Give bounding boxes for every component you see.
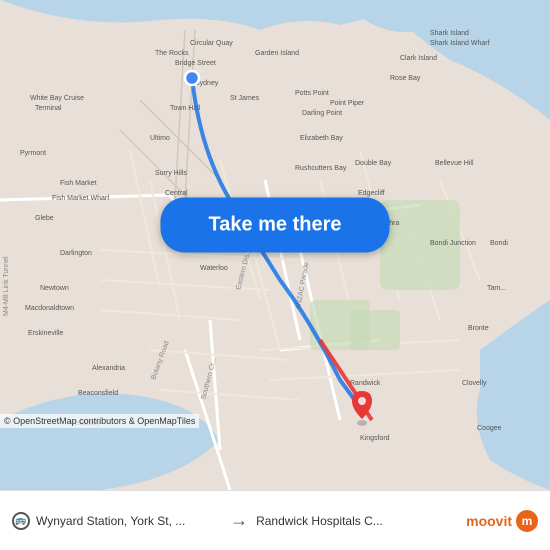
svg-text:Alexandria: Alexandria <box>92 365 125 372</box>
svg-text:Coogee: Coogee <box>477 425 502 432</box>
svg-text:Clark Island: Clark Island <box>400 55 437 62</box>
svg-text:Bondi: Bondi <box>490 240 508 247</box>
svg-text:Clovelly: Clovelly <box>462 380 487 387</box>
svg-text:Ultimo: Ultimo <box>150 135 170 142</box>
svg-text:Surry Hills: Surry Hills <box>155 170 187 177</box>
arrow-right-icon: → <box>222 510 256 531</box>
svg-text:Pyrmont: Pyrmont <box>20 150 46 157</box>
svg-text:Shark Island Wharf: Shark Island Wharf <box>430 40 490 47</box>
svg-text:Edgecliff: Edgecliff <box>358 190 385 197</box>
destination-station: Randwick Hospitals C... <box>256 514 466 528</box>
moovit-logo: moovit m <box>466 510 538 532</box>
svg-text:Erskineville: Erskineville <box>28 330 64 337</box>
svg-text:Tam...: Tam... <box>487 285 506 292</box>
svg-text:Macdonaldtown: Macdonaldtown <box>25 305 74 312</box>
svg-text:The Rocks: The Rocks <box>155 50 189 57</box>
svg-text:Newtown: Newtown <box>40 285 69 292</box>
svg-text:Point Piper: Point Piper <box>330 100 365 107</box>
svg-text:Beaconsfield: Beaconsfield <box>78 390 118 397</box>
svg-text:Darling Point: Darling Point <box>302 110 342 117</box>
svg-text:White Bay Cruise: White Bay Cruise <box>30 95 84 102</box>
moovit-text: moovit <box>466 513 512 529</box>
svg-text:Fish Market: Fish Market <box>60 180 97 187</box>
svg-text:Rose Bay: Rose Bay <box>390 75 421 82</box>
svg-text:Randwick: Randwick <box>350 380 381 387</box>
destination-label: Randwick Hospitals C... <box>256 514 383 528</box>
svg-text:Darlington: Darlington <box>60 250 92 257</box>
svg-text:Shark Island: Shark Island <box>430 30 469 37</box>
svg-text:Waterloo: Waterloo <box>200 265 228 272</box>
svg-text:Garden Island: Garden Island <box>255 50 299 57</box>
bus-icon: 🚌 <box>12 512 30 530</box>
svg-text:Potts Point: Potts Point <box>295 90 329 97</box>
take-me-there-button[interactable]: Take me there <box>160 198 389 253</box>
svg-text:Bronte: Bronte <box>468 325 489 332</box>
svg-text:Central: Central <box>165 190 188 197</box>
svg-text:Fish Market Wharf: Fish Market Wharf <box>52 195 109 202</box>
svg-text:Circular Quay: Circular Quay <box>190 40 233 47</box>
svg-text:Rushcutters Bay: Rushcutters Bay <box>295 165 347 172</box>
svg-text:M4-M8 Link Tunnel: M4-M8 Link Tunnel <box>3 256 10 316</box>
svg-text:Elizabeth Bay: Elizabeth Bay <box>300 135 343 142</box>
map-attribution: © OpenStreetMap contributors & OpenMapTi… <box>0 414 199 428</box>
svg-text:Glebe: Glebe <box>35 215 54 222</box>
bottom-bar: 🚌 Wynyard Station, York St, ... → Randwi… <box>0 490 550 550</box>
svg-text:St James: St James <box>230 95 260 102</box>
map-container: The Rocks Circular Quay Bridge Street Sy… <box>0 0 550 490</box>
svg-text:Terminal: Terminal <box>35 105 62 112</box>
svg-text:Bondi Junction: Bondi Junction <box>430 240 476 247</box>
origin-label: Wynyard Station, York St, ... <box>36 514 185 528</box>
svg-text:Double Bay: Double Bay <box>355 160 392 167</box>
svg-text:Kingsford: Kingsford <box>360 435 390 442</box>
origin-station: 🚌 Wynyard Station, York St, ... <box>12 512 222 530</box>
svg-text:Bellevue Hill: Bellevue Hill <box>435 160 474 167</box>
moovit-icon: m <box>516 510 538 532</box>
svg-text:Bridge Street: Bridge Street <box>175 60 216 67</box>
